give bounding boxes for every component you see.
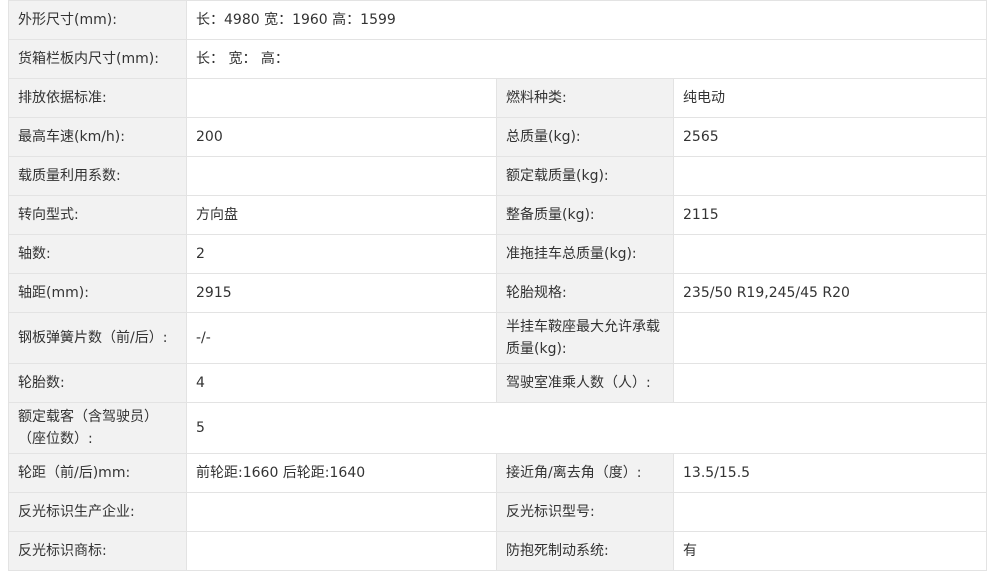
spec-label: 半挂车鞍座最大允许承载质量(kg): [496,312,674,364]
spec-value [672,312,988,364]
table-row: 额定载客（含驾驶员）（座位数）: 5 [8,402,988,454]
spec-label: 总质量(kg): [496,117,674,157]
spec-label: 外形尺寸(mm): [8,0,187,40]
spec-label: 钢板弹簧片数（前/后）: [8,312,187,364]
spec-value: 长： 宽： 高： [185,39,988,79]
spec-value: 13.5/15.5 [672,453,988,493]
table-row: 轮胎数: 4 驾驶室准乘人数（人）: [8,363,988,403]
spec-label: 轮胎规格: [496,273,674,313]
spec-value [672,234,988,274]
spec-label: 反光标识生产企业: [8,492,187,532]
spec-label: 防抱死制动系统: [496,531,674,571]
table-row: 转向型式: 方向盘 整备质量(kg): 2115 [8,195,988,235]
spec-label: 转向型式: [8,195,187,235]
table-row: 排放依据标准: 燃料种类: 纯电动 [8,78,988,118]
spec-label: 货箱栏板内尺寸(mm): [8,39,187,79]
spec-value: 200 [186,117,497,157]
table-row: 反光标识生产企业: 反光标识型号: [8,492,988,532]
spec-label: 准拖挂车总质量(kg): [496,234,674,274]
table-row: 反光标识商标: 防抱死制动系统: 有 [8,531,988,571]
table-row: 货箱栏板内尺寸(mm): 长： 宽： 高： [8,39,988,79]
table-row: 轴距(mm): 2915 轮胎规格: 235/50 R19,245/45 R20 [8,273,988,313]
spec-value [186,531,497,571]
spec-value [186,78,497,118]
table-row: 轴数: 2 准拖挂车总质量(kg): [8,234,988,274]
vehicle-spec-table: 外形尺寸(mm): 长：4980 宽：1960 高：1599 货箱栏板内尺寸(m… [8,0,988,571]
spec-label: 载质量利用系数: [8,156,187,196]
spec-value: 4 [186,363,497,403]
spec-value: 5 [185,402,988,454]
spec-value: 有 [672,531,988,571]
spec-value: 纯电动 [672,78,988,118]
table-row: 载质量利用系数: 额定载质量(kg): [8,156,988,196]
spec-value [186,156,497,196]
table-row: 钢板弹簧片数（前/后）: -/- 半挂车鞍座最大允许承载质量(kg): [8,312,988,364]
spec-value: 前轮距:1660 后轮距:1640 [186,453,497,493]
spec-value: 2565 [672,117,988,157]
spec-label: 燃料种类: [496,78,674,118]
spec-value: 方向盘 [186,195,497,235]
spec-label: 轴数: [8,234,187,274]
spec-label: 额定载质量(kg): [496,156,674,196]
spec-value: 235/50 R19,245/45 R20 [672,273,988,313]
table-row: 外形尺寸(mm): 长：4980 宽：1960 高：1599 [8,0,988,40]
spec-label: 整备质量(kg): [496,195,674,235]
spec-value [186,492,497,532]
spec-value [672,156,988,196]
spec-value: -/- [186,312,497,364]
spec-label: 轴距(mm): [8,273,187,313]
spec-value: 长：4980 宽：1960 高：1599 [185,0,988,40]
spec-label: 驾驶室准乘人数（人）: [496,363,674,403]
spec-label: 轮胎数: [8,363,187,403]
spec-label: 反光标识型号: [496,492,674,532]
spec-label: 接近角/离去角（度）: [496,453,674,493]
spec-value: 2 [186,234,497,274]
spec-label: 轮距（前/后)mm: [8,453,187,493]
spec-label: 最高车速(km/h): [8,117,187,157]
spec-label: 额定载客（含驾驶员）（座位数）: [8,402,187,454]
table-row: 轮距（前/后)mm: 前轮距:1660 后轮距:1640 接近角/离去角（度）:… [8,453,988,493]
spec-value [672,492,988,532]
spec-label: 反光标识商标: [8,531,187,571]
spec-value [672,363,988,403]
spec-value: 2115 [672,195,988,235]
table-row: 最高车速(km/h): 200 总质量(kg): 2565 [8,117,988,157]
spec-value: 2915 [186,273,497,313]
spec-label: 排放依据标准: [8,78,187,118]
